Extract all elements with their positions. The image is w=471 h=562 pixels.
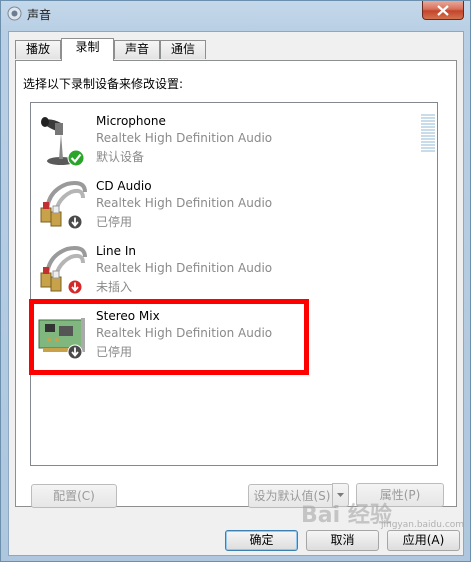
device-list[interactable]: Microphone Realtek High Definition Audio… [30,102,438,466]
device-name: CD Audio [96,179,152,193]
apply-button[interactable]: 应用(A) [387,530,460,551]
device-name: Microphone [96,114,166,128]
watermark-url: jingyan.baidu.com [381,520,465,530]
configure-button[interactable]: 配置(C) [31,484,117,508]
tab-sounds[interactable]: 声音 [114,40,160,59]
tab-playback[interactable]: 播放 [15,40,61,59]
device-driver: Realtek High Definition Audio [96,131,273,145]
disabled-arrow-icon [67,214,83,230]
ok-button[interactable]: 确定 [225,530,298,551]
sound-dialog: 声音 播放 录制 声音 通信 选择以下录制设备来修改设置: Microphone… [0,0,471,562]
title-bar[interactable]: 声音 [1,1,470,27]
watermark: Bai 经验 [301,503,392,528]
highlight-box [29,299,309,375]
default-check-icon [67,149,85,167]
device-item-microphone[interactable]: Microphone Realtek High Definition Audio… [31,107,437,169]
close-icon [437,5,449,16]
device-item-cd-audio[interactable]: CD Audio Realtek High Definition Audio 已… [31,172,437,234]
dialog-body: 播放 录制 声音 通信 选择以下录制设备来修改设置: Microphone Re… [8,31,464,556]
device-item-line-in[interactable]: Line In Realtek High Definition Audio 未插… [31,237,437,299]
unplugged-arrow-icon [67,279,83,295]
device-driver: Realtek High Definition Audio [96,261,273,275]
device-status: 未插入 [96,280,133,294]
level-meter [421,114,435,155]
close-button[interactable] [422,1,464,20]
speaker-icon [7,6,22,21]
device-name: Line In [96,244,136,258]
instruction-text: 选择以下录制设备来修改设置: [23,77,184,91]
tab-communications[interactable]: 通信 [160,40,206,59]
tab-recording[interactable]: 录制 [61,38,114,61]
device-driver: Realtek High Definition Audio [96,196,273,210]
device-status: 默认设备 [96,150,145,164]
window-title: 声音 [27,8,52,22]
device-status: 已停用 [96,215,133,229]
cancel-button[interactable]: 取消 [306,530,379,551]
